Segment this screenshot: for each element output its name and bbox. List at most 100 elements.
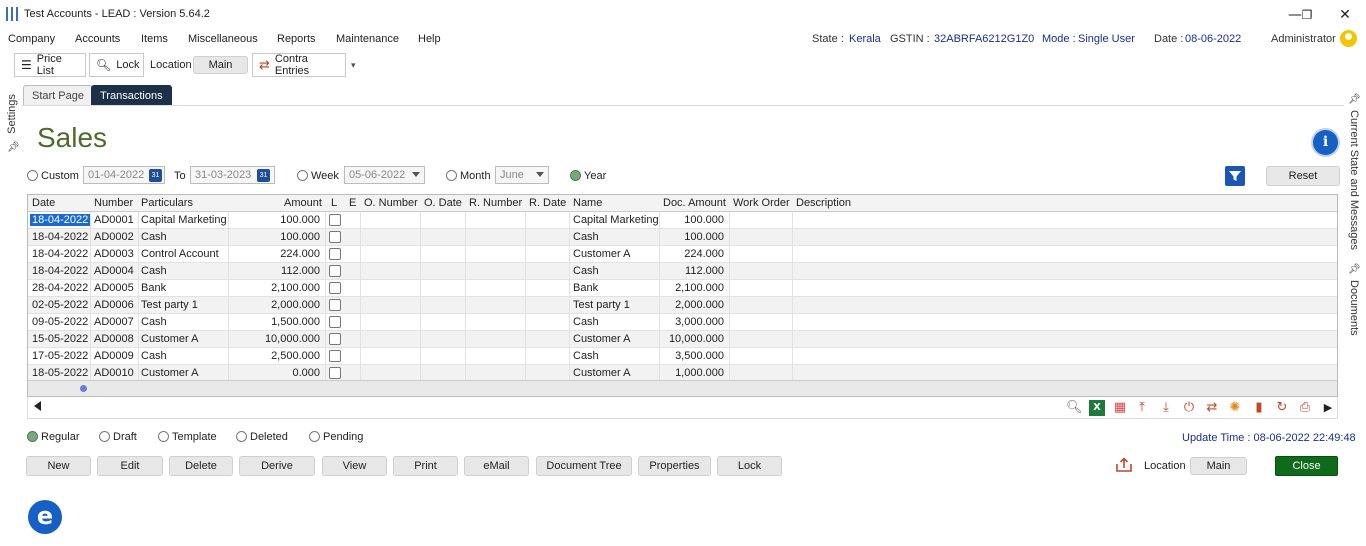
col-r-number[interactable]: R. Number: [469, 197, 522, 209]
move-top-icon[interactable]: ⤒: [1134, 400, 1150, 416]
table-row[interactable]: 17-05-2022 AD0009 Cash 2,500.000 Cash 3,500.0…: [28, 348, 1337, 365]
user-name[interactable]: Administrator: [1271, 33, 1336, 45]
pin-current-state-icon[interactable]: 📌︎: [1348, 94, 1361, 105]
table-row[interactable]: 28-04-2022 AD0005 Bank 2,100.000 Bank 2,100.0…: [28, 280, 1337, 297]
col-work-order[interactable]: Work Order: [733, 197, 790, 209]
calendar-from-icon[interactable]: 31: [149, 169, 162, 182]
cell-date[interactable]: 18-04-2022: [32, 231, 88, 243]
col-r-date[interactable]: R. Date: [529, 197, 566, 209]
footer-location-select[interactable]: Main: [1190, 457, 1247, 475]
cell-amount[interactable]: 2,000.000: [271, 299, 320, 311]
col-description[interactable]: Description: [796, 197, 851, 209]
filter-icon[interactable]: [1225, 166, 1245, 186]
cell-particulars[interactable]: Customer A: [141, 333, 198, 345]
cell-particulars[interactable]: Cash: [141, 350, 167, 362]
cell-doc-amount[interactable]: 100.000: [684, 231, 724, 243]
lock-button[interactable]: Lock: [717, 456, 782, 476]
pin-icon[interactable]: 📌︎: [7, 142, 20, 153]
cell-amount[interactable]: 100.000: [280, 214, 320, 226]
pending-radio[interactable]: [309, 431, 320, 445]
cell-doc-amount[interactable]: 100.000: [684, 214, 724, 226]
selected-date-cell[interactable]: 18-04-2022: [30, 214, 91, 226]
cell-date[interactable]: 18-05-2022: [32, 367, 88, 379]
cell-amount[interactable]: 10,000.000: [265, 333, 320, 345]
col-doc-amount[interactable]: Doc. Amount: [663, 197, 726, 209]
price-list-button[interactable]: ☰ Price List: [14, 53, 86, 77]
cell-number[interactable]: AD0004: [94, 265, 134, 277]
year-radio[interactable]: [570, 170, 581, 184]
cell-particulars[interactable]: Bank: [141, 282, 166, 294]
table-row[interactable]: 18-04-2022 AD0004 Cash 112.000 Cash 112.000: [28, 263, 1337, 280]
col-o-date[interactable]: O. Date: [424, 197, 462, 209]
refresh-icon[interactable]: ↻: [1274, 400, 1290, 416]
scroll-left-icon[interactable]: [34, 401, 41, 411]
power-icon[interactable]: ⏻: [1181, 400, 1197, 416]
draft-radio[interactable]: [99, 431, 110, 445]
document-tree-button[interactable]: Document Tree: [536, 456, 632, 476]
l-checkbox[interactable]: [329, 316, 341, 328]
print-icon[interactable]: ⎙: [1297, 400, 1313, 416]
cell-number[interactable]: AD0006: [94, 299, 134, 311]
cell-doc-amount[interactable]: 2,000.000: [675, 299, 724, 311]
derive-button[interactable]: Derive: [239, 456, 315, 476]
pin-documents-icon[interactable]: 📌︎: [1348, 264, 1361, 275]
table-row[interactable]: 18-04-2022 AD0001 Capital Marketing 100.000…: [28, 212, 1337, 229]
cell-name[interactable]: Cash: [573, 265, 599, 277]
cell-amount[interactable]: 100.000: [280, 231, 320, 243]
settings-side-tab[interactable]: Settings: [6, 84, 18, 144]
toolbar-overflow-icon[interactable]: ▾: [351, 60, 356, 71]
week-radio[interactable]: [297, 170, 308, 184]
cell-amount[interactable]: 1,500.000: [271, 316, 320, 328]
cell-amount[interactable]: 112.000: [281, 265, 320, 277]
deleted-radio[interactable]: [236, 431, 247, 445]
custom-radio[interactable]: [27, 170, 38, 184]
cell-doc-amount[interactable]: 10,000.000: [669, 333, 724, 345]
col-particulars[interactable]: Particulars: [141, 197, 193, 209]
menu-miscellaneous[interactable]: Miscellaneous: [188, 33, 258, 45]
l-checkbox[interactable]: [329, 333, 341, 345]
cell-date[interactable]: 18-04-2022: [32, 248, 88, 260]
cell-doc-amount[interactable]: 1,000.000: [675, 367, 724, 379]
menu-accounts[interactable]: Accounts: [75, 33, 120, 45]
upload-location-icon[interactable]: [1115, 457, 1133, 473]
print-button[interactable]: Print: [393, 456, 458, 476]
cell-particulars[interactable]: Test party 1: [141, 299, 198, 311]
cell-date[interactable]: 18-04-2022: [32, 265, 88, 277]
tab-start-page[interactable]: Start Page: [23, 85, 93, 106]
cell-name[interactable]: Test party 1: [573, 299, 630, 311]
email-button[interactable]: eMail: [464, 456, 529, 476]
lock-toolbar-button[interactable]: 🔍︎ Lock: [89, 53, 144, 77]
cell-amount[interactable]: 2,100.000: [271, 282, 320, 294]
month-select[interactable]: June: [495, 166, 549, 184]
cell-name[interactable]: Customer A: [573, 333, 630, 345]
template-radio[interactable]: [158, 431, 169, 445]
l-checkbox[interactable]: [329, 350, 341, 362]
reset-button[interactable]: Reset: [1266, 166, 1340, 186]
cell-particulars[interactable]: Control Account: [141, 248, 219, 260]
col-l[interactable]: L: [331, 197, 337, 209]
week-select[interactable]: 05-06-2022: [344, 166, 425, 184]
menu-reports[interactable]: Reports: [277, 33, 316, 45]
cell-number[interactable]: AD0002: [94, 231, 134, 243]
user-avatar-icon[interactable]: [1340, 30, 1357, 47]
swap-icon[interactable]: ⇄: [1204, 400, 1220, 416]
col-e[interactable]: E: [349, 197, 356, 209]
col-name[interactable]: Name: [573, 197, 602, 209]
cell-amount[interactable]: 2,500.000: [271, 350, 320, 362]
menu-help[interactable]: Help: [418, 33, 441, 45]
cell-particulars[interactable]: Cash: [141, 265, 167, 277]
l-checkbox[interactable]: [329, 248, 341, 260]
close-button[interactable]: Close: [1275, 456, 1338, 476]
cell-particulars[interactable]: Customer A: [141, 367, 198, 379]
cell-date[interactable]: 15-05-2022: [32, 333, 88, 345]
col-amount[interactable]: Amount: [284, 197, 322, 209]
search-icon[interactable]: 🔍︎: [1066, 400, 1083, 416]
cell-doc-amount[interactable]: 2,100.000: [675, 282, 724, 294]
cell-name[interactable]: Customer A: [573, 248, 630, 260]
l-checkbox[interactable]: [329, 282, 341, 294]
table-row[interactable]: 02-05-2022 AD0006 Test party 1 2,000.000 Tes…: [28, 297, 1337, 314]
current-state-side-tab[interactable]: Current State and Messages: [1348, 110, 1360, 250]
cell-number[interactable]: AD0008: [94, 333, 134, 345]
col-number[interactable]: Number: [94, 197, 133, 209]
month-radio[interactable]: [446, 170, 457, 184]
